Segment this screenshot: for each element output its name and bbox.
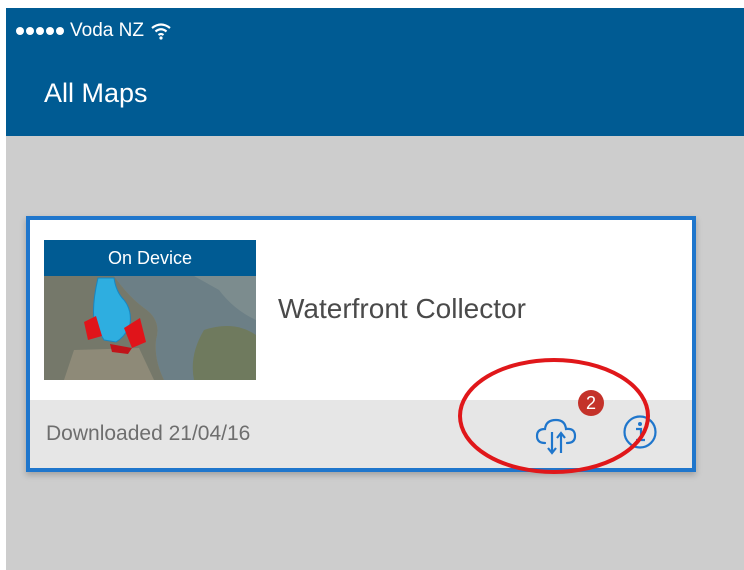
map-title: Waterfront Collector: [278, 293, 526, 324]
app-screen: Voda NZ All Maps On Device Waterfront Co…: [6, 8, 744, 570]
on-device-badge: On Device: [44, 240, 256, 276]
download-date-label: Downloaded 21/04/16: [46, 422, 251, 445]
status-bar: Voda NZ: [16, 20, 172, 42]
carrier-label: Voda NZ: [70, 20, 144, 41]
navigation-bar: Voda NZ All Maps: [6, 8, 744, 136]
highlight-circle: [458, 358, 650, 474]
page-title: All Maps: [44, 78, 148, 108]
map-thumbnail: On Device: [44, 240, 256, 380]
signal-dots-icon: [16, 27, 64, 35]
wifi-icon: [151, 23, 171, 40]
